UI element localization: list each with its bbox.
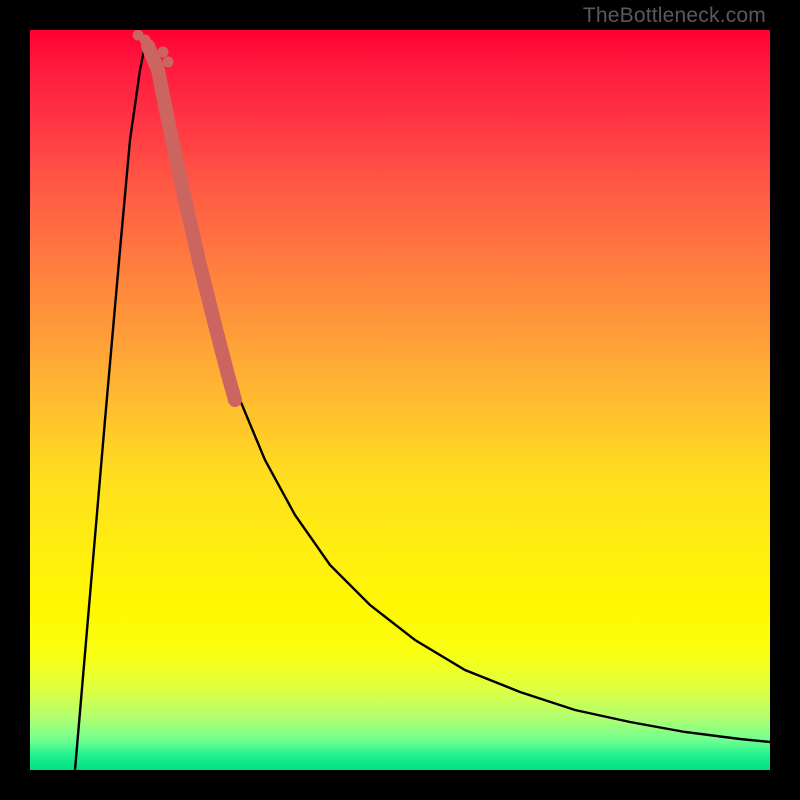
plot-area [30,30,770,770]
optimal-range-highlight [148,46,235,400]
optimal-dot [133,30,144,41]
optimal-dot [158,47,169,58]
optimal-dot [163,57,174,68]
chart-frame: TheBottleneck.com [0,0,800,800]
curve-layer [30,30,770,770]
watermark-text: TheBottleneck.com [583,4,766,28]
